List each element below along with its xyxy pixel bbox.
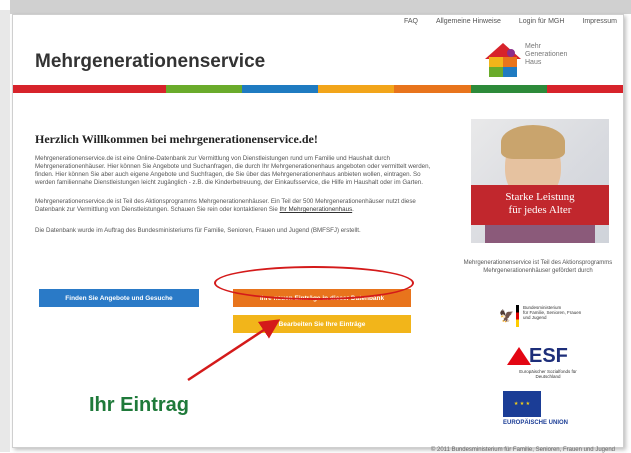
screenshot-frame: FAQ Allgemeine Hinweise Login für MGH Im… bbox=[0, 0, 631, 453]
annotation-arrow-icon bbox=[187, 319, 281, 382]
annotation-label: Ihr Eintrag bbox=[89, 394, 190, 416]
